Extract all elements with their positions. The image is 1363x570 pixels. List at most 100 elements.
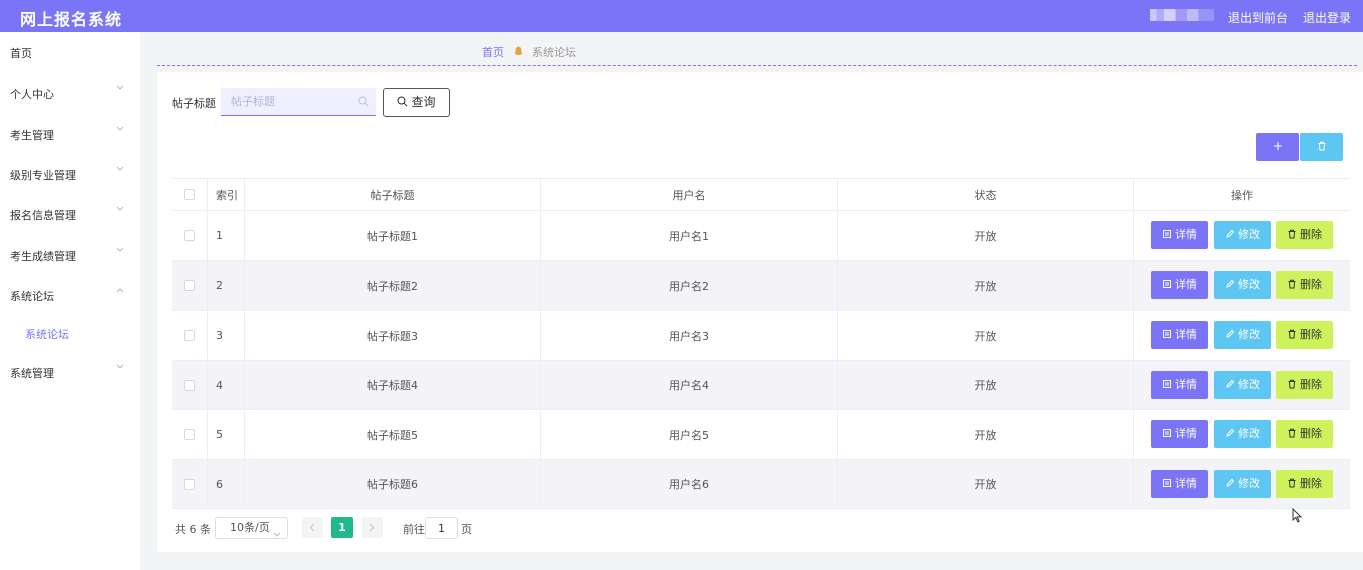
delete-button[interactable]: 删除 — [1276, 321, 1333, 349]
detail-button-label: 详情 — [1175, 328, 1197, 341]
detail-button[interactable]: 详情 — [1151, 470, 1208, 498]
delete-button[interactable]: 删除 — [1276, 221, 1333, 249]
trash-icon — [1317, 140, 1327, 154]
row-checkbox[interactable] — [184, 478, 195, 490]
chevron-down-icon — [116, 206, 124, 214]
table-row: 4 帖子标题4 用户名4 开放 详情 修改 删除 — [172, 361, 1350, 410]
trash-icon — [1287, 222, 1297, 250]
batch-delete-button[interactable] — [1300, 133, 1343, 161]
cell-status: 开放 — [838, 211, 1134, 260]
chevron-down-icon — [116, 166, 124, 174]
add-button[interactable] — [1256, 133, 1299, 161]
edit-button[interactable]: 修改 — [1214, 221, 1271, 249]
document-icon — [1162, 222, 1172, 250]
delete-button[interactable]: 删除 — [1276, 470, 1333, 498]
edit-button[interactable]: 修改 — [1214, 371, 1271, 399]
next-page-button[interactable] — [362, 517, 383, 538]
top-bar: 网上报名系统 退出到前台 退出登录 — [0, 0, 1363, 32]
table-row: 2 帖子标题2 用户名2 开放 详情 修改 删除 — [172, 261, 1350, 311]
row-checkbox[interactable] — [184, 379, 195, 391]
breadcrumb-current: 系统论坛 — [532, 46, 576, 59]
document-icon — [1162, 272, 1172, 300]
goto-label: 前往 — [403, 523, 425, 536]
pencil-icon — [1225, 471, 1235, 499]
edit-button-label: 修改 — [1238, 278, 1260, 291]
sidebar-item-registration-management[interactable]: 报名信息管理 — [0, 197, 140, 229]
edit-button[interactable]: 修改 — [1214, 271, 1271, 299]
table-row: 6 帖子标题6 用户名6 开放 详情 修改 删除 — [172, 460, 1350, 509]
cell-ops: 详情 修改 删除 — [1134, 410, 1350, 459]
sidebar-item-system-management[interactable]: 系统管理 — [0, 355, 140, 387]
row-checkbox[interactable] — [184, 429, 195, 440]
edit-button[interactable]: 修改 — [1214, 420, 1271, 448]
search-label: 帖子标题 — [172, 97, 216, 110]
page-size-select[interactable]: 10条/页 — [215, 517, 288, 539]
sidebar-item-label: 首页 — [10, 47, 32, 60]
row-checkbox[interactable] — [184, 280, 195, 291]
edit-button-label: 修改 — [1238, 477, 1260, 490]
chevron-down-icon — [116, 85, 124, 93]
delete-button[interactable]: 删除 — [1276, 271, 1333, 299]
delete-button-label: 删除 — [1300, 378, 1322, 391]
delete-button[interactable]: 删除 — [1276, 420, 1333, 448]
delete-button-label: 删除 — [1300, 328, 1322, 341]
pencil-icon — [1225, 222, 1235, 250]
detail-button[interactable]: 详情 — [1151, 321, 1208, 349]
detail-button[interactable]: 详情 — [1151, 271, 1208, 299]
cell-title: 帖子标题6 — [245, 460, 541, 508]
search-icon — [358, 96, 370, 108]
logout-link[interactable]: 退出登录 — [1303, 9, 1351, 26]
detail-button[interactable]: 详情 — [1151, 420, 1208, 448]
cell-title: 帖子标题4 — [245, 361, 541, 409]
cell-index: 3 — [208, 311, 245, 360]
detail-button-label: 详情 — [1175, 228, 1197, 241]
sidebar-item-score-management[interactable]: 考生成绩管理 — [0, 238, 140, 270]
document-icon — [1162, 372, 1172, 400]
pencil-icon — [1225, 421, 1235, 449]
cell-index: 2 — [208, 261, 245, 310]
search-input[interactable] — [221, 88, 376, 116]
select-all-checkbox[interactable] — [184, 189, 195, 200]
detail-button[interactable]: 详情 — [1151, 371, 1208, 399]
sidebar-item-home[interactable]: 首页 — [0, 35, 140, 67]
cell-title: 帖子标题1 — [245, 211, 541, 260]
detail-button[interactable]: 详情 — [1151, 221, 1208, 249]
divider — [157, 65, 1357, 66]
header-select-cell — [172, 179, 208, 210]
sidebar-subitem-label: 系统论坛 — [25, 328, 69, 341]
query-button[interactable]: 查询 — [383, 88, 450, 117]
go-front-link[interactable]: 退出到前台 — [1228, 9, 1288, 26]
header-status: 状态 — [838, 179, 1134, 210]
prev-page-button[interactable] — [302, 517, 323, 538]
edit-button-label: 修改 — [1238, 228, 1260, 241]
document-icon — [1162, 421, 1172, 449]
document-icon — [1162, 322, 1172, 350]
query-button-label: 查询 — [411, 95, 436, 109]
sidebar-subitem-forum[interactable]: 系统论坛 — [0, 318, 140, 346]
header-index: 索引 — [208, 179, 245, 210]
sidebar-item-candidate-management[interactable]: 考生管理 — [0, 117, 140, 149]
page-number-current[interactable]: 1 — [331, 517, 353, 538]
detail-button-label: 详情 — [1175, 278, 1197, 291]
sidebar-item-personal-center[interactable]: 个人中心 — [0, 76, 140, 108]
row-checkbox[interactable] — [184, 330, 195, 341]
row-checkbox[interactable] — [184, 230, 195, 241]
breadcrumb-home[interactable]: 首页 — [482, 46, 504, 59]
edit-button[interactable]: 修改 — [1214, 321, 1271, 349]
goto-page-input[interactable] — [425, 517, 458, 539]
edit-button-label: 修改 — [1238, 328, 1260, 341]
row-select-cell — [172, 410, 208, 459]
cell-user: 用户名3 — [541, 311, 838, 360]
bag-icon — [514, 45, 523, 59]
detail-button-label: 详情 — [1175, 427, 1197, 440]
trash-icon — [1287, 272, 1297, 300]
sidebar-item-forum[interactable]: 系统论坛 — [0, 278, 140, 310]
row-select-cell — [172, 311, 208, 360]
sidebar-item-level-major-management[interactable]: 级别专业管理 — [0, 157, 140, 189]
edit-button[interactable]: 修改 — [1214, 470, 1271, 498]
delete-button[interactable]: 删除 — [1276, 371, 1333, 399]
cell-ops: 详情 修改 删除 — [1134, 361, 1350, 409]
cell-ops: 详情 修改 删除 — [1134, 211, 1350, 260]
cell-status: 开放 — [838, 410, 1134, 459]
cell-status: 开放 — [838, 311, 1134, 360]
